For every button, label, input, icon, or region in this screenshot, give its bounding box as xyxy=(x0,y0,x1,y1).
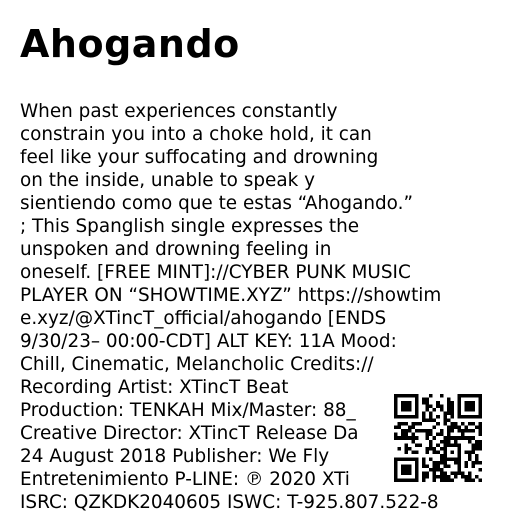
description-line: ISRC: QZKDK2040605 ISWC: T-925.807.522-8 xyxy=(20,492,439,512)
qr-code-icon xyxy=(394,394,482,482)
description-line: e.xyz/@XTincT_official/ahogando [ENDS xyxy=(20,308,387,329)
description-line: PLAYER ON “SHOWTIME.XYZ” https://showtim xyxy=(20,285,442,306)
description-line: Chill, Cinematic, Melancholic Credits:// xyxy=(20,354,374,375)
description-line: ; This Spanglish single expresses the xyxy=(20,216,360,237)
page-title: Ahogando xyxy=(20,22,240,66)
description-line: unspoken and drowning feeling in xyxy=(20,239,332,260)
description-line: sientiendo como que te estas “Ahogando.” xyxy=(20,193,413,214)
description-line: When past experiences constantly xyxy=(20,101,338,122)
description-line: constrain you into a choke hold, it can xyxy=(20,124,372,145)
description-line: feel like your suffocating and drowning xyxy=(20,147,379,168)
description-line: 9/30/23– 00:00-CDT] ALT KEY: 11A Mood: xyxy=(20,331,397,352)
description-line: oneself. [FREE MINT]://CYBER PUNK MUSIC xyxy=(20,262,411,283)
page: Ahogando When past experiences constantl… xyxy=(0,0,512,512)
qr-code[interactable] xyxy=(388,388,488,488)
description-line: on the inside, unable to speak y xyxy=(20,170,315,191)
